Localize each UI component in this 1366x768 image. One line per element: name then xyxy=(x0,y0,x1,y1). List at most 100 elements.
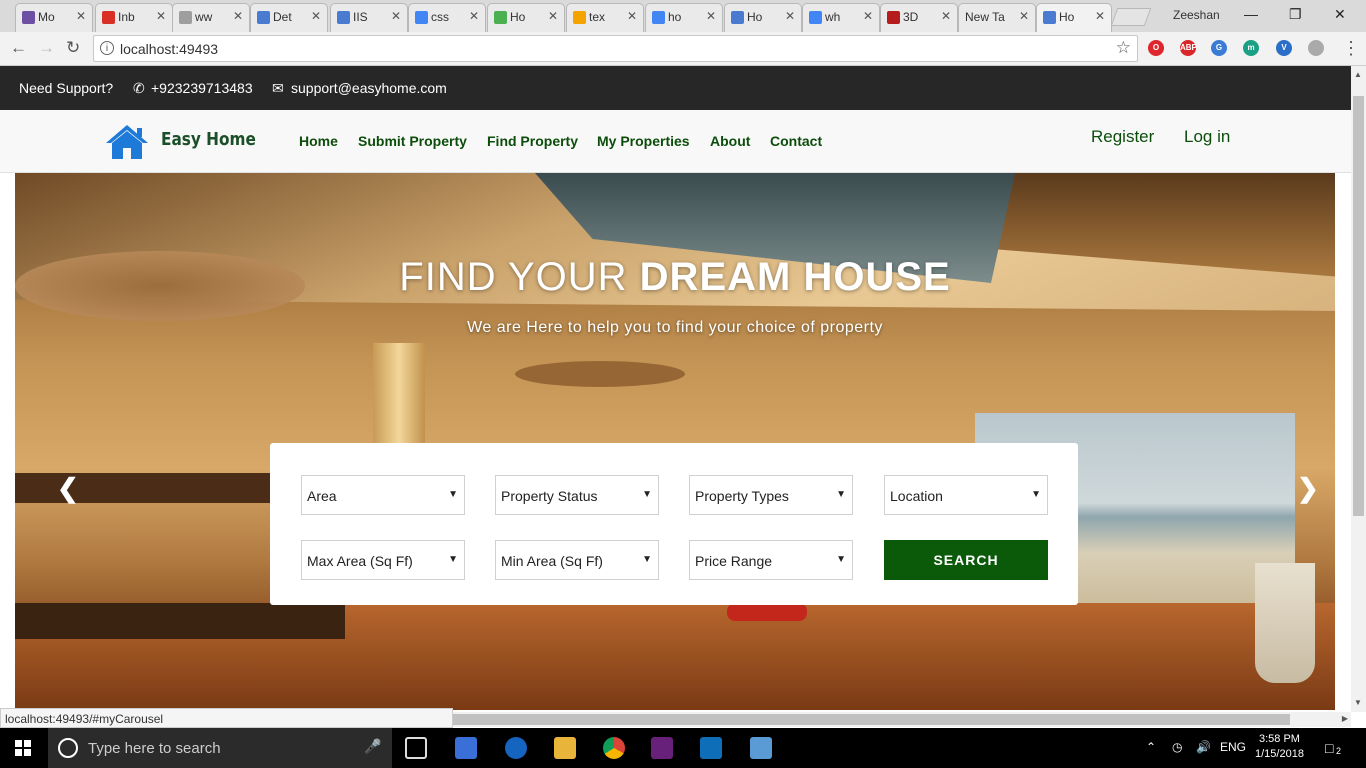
browser-tab[interactable]: IIS ✕ xyxy=(330,3,408,32)
scroll-up-icon[interactable]: ▲ xyxy=(1354,70,1362,79)
address-bar[interactable]: i localhost:49493 ☆ xyxy=(93,35,1138,62)
app-icon[interactable] xyxy=(700,737,722,759)
nav-contact[interactable]: Contact xyxy=(770,133,822,149)
reload-icon[interactable]: ↻ xyxy=(66,38,80,58)
store-icon[interactable] xyxy=(455,737,477,759)
file-explorer-icon[interactable] xyxy=(554,737,576,759)
site-info-icon[interactable]: i xyxy=(100,41,114,55)
chevron-left-icon[interactable]: ❮ xyxy=(57,473,79,504)
address-url[interactable]: localhost:49493 xyxy=(120,41,218,57)
location-select[interactable]: Location ▼ xyxy=(884,475,1048,515)
home-logo-icon[interactable] xyxy=(104,123,150,166)
notifications-icon[interactable]: □ xyxy=(1325,740,1333,756)
browser-tab[interactable]: Det ✕ xyxy=(250,3,328,32)
browser-tab[interactable]: New Ta ✕ xyxy=(958,3,1036,32)
photos-icon[interactable] xyxy=(750,737,772,759)
min-area-select[interactable]: Min Area (Sq Ff) ▼ xyxy=(495,540,659,580)
volume-icon[interactable]: 🔊 xyxy=(1196,740,1211,754)
close-tab-icon[interactable]: ✕ xyxy=(706,9,716,23)
close-tab-icon[interactable]: ✕ xyxy=(1019,9,1029,23)
browser-tab[interactable]: Inb ✕ xyxy=(95,3,173,32)
nav-my-properties[interactable]: My Properties xyxy=(597,133,690,149)
browser-tab[interactable]: Ho ✕ xyxy=(724,3,802,32)
bookmark-star-icon[interactable]: ☆ xyxy=(1116,38,1131,58)
nav-home[interactable]: Home xyxy=(299,133,338,149)
scroll-down-icon[interactable]: ▼ xyxy=(1354,698,1362,707)
clock[interactable]: 3:58 PM 1/15/2018 xyxy=(1255,732,1304,762)
nav-find-property[interactable]: Find Property xyxy=(487,133,578,149)
tab-favicon-icon xyxy=(337,11,350,24)
close-tab-icon[interactable]: ✕ xyxy=(311,9,321,23)
browser-tab-label: ho xyxy=(668,10,682,24)
close-tab-icon[interactable]: ✕ xyxy=(391,9,401,23)
chrome-icon[interactable] xyxy=(603,737,625,759)
area-select[interactable]: Area ▼ xyxy=(301,475,465,515)
close-window-icon[interactable]: ✕ xyxy=(1334,6,1346,23)
close-tab-icon[interactable]: ✕ xyxy=(156,9,166,23)
browser-tab[interactable]: Mo ✕ xyxy=(15,3,93,32)
brand-name[interactable]: Easy Home xyxy=(161,129,256,150)
close-tab-icon[interactable]: ✕ xyxy=(233,9,243,23)
search-button[interactable]: SEARCH xyxy=(884,540,1048,580)
nav-about[interactable]: About xyxy=(710,133,750,149)
extension-icon[interactable]: G xyxy=(1211,40,1227,56)
tab-favicon-icon xyxy=(731,11,744,24)
back-icon[interactable]: ← xyxy=(10,38,27,58)
vertical-scrollbar[interactable]: ▲ ▼ xyxy=(1351,66,1366,712)
horizontal-scroll-thumb[interactable] xyxy=(440,714,1290,725)
chevron-right-icon[interactable]: ❯ xyxy=(1297,473,1319,504)
adblock-icon[interactable]: ABP xyxy=(1180,40,1197,56)
browser-tab[interactable]: css ✕ xyxy=(408,3,486,32)
close-tab-icon[interactable]: ✕ xyxy=(863,9,873,23)
close-tab-icon[interactable]: ✕ xyxy=(627,9,637,23)
browser-tab[interactable]: Ho ✕ xyxy=(487,3,565,32)
browser-tab[interactable]: Ho ✕ xyxy=(1036,3,1112,32)
m-extension-icon[interactable]: m xyxy=(1243,40,1259,56)
browser-tab[interactable]: 3D ✕ xyxy=(880,3,958,32)
language-indicator[interactable]: ENG xyxy=(1220,740,1246,754)
shield-extension-icon[interactable]: V xyxy=(1276,40,1292,56)
taskbar-search-placeholder[interactable]: Type here to search xyxy=(88,740,221,757)
close-tab-icon[interactable]: ✕ xyxy=(76,9,86,23)
property-status-select[interactable]: Property Status ▼ xyxy=(495,475,659,515)
microphone-icon[interactable]: 🎤 xyxy=(364,738,381,755)
register-link[interactable]: Register xyxy=(1091,127,1154,147)
max-area-select[interactable]: Max Area (Sq Ff) ▼ xyxy=(301,540,465,580)
hero-background-shelf xyxy=(15,473,285,503)
browser-tab[interactable]: tex ✕ xyxy=(566,3,644,32)
hero-background-ceiling-ring xyxy=(515,361,685,387)
task-view-icon[interactable] xyxy=(405,737,427,759)
browser-tab[interactable]: ww ✕ xyxy=(172,3,250,32)
windows-taskbar: Type here to search 🎤 ⌃ ◷ 🔊 ENG 3:58 PM … xyxy=(0,728,1366,768)
close-tab-icon[interactable]: ✕ xyxy=(785,9,795,23)
clock-time: 3:58 PM xyxy=(1258,733,1300,745)
browser-tab[interactable]: ho ✕ xyxy=(645,3,723,32)
windows-start-icon[interactable] xyxy=(15,740,31,756)
vertical-scroll-thumb[interactable] xyxy=(1353,96,1364,516)
scroll-right-icon[interactable]: ▶ xyxy=(1342,714,1348,723)
close-tab-icon[interactable]: ✕ xyxy=(469,9,479,23)
nav-submit-property[interactable]: Submit Property xyxy=(358,133,467,149)
close-tab-icon[interactable]: ✕ xyxy=(941,9,951,23)
browser-tab[interactable]: wh ✕ xyxy=(802,3,880,32)
login-link[interactable]: Log in xyxy=(1184,127,1230,147)
property-types-select[interactable]: Property Types ▼ xyxy=(689,475,853,515)
profile-name[interactable]: Zeeshan xyxy=(1173,8,1220,22)
price-range-select[interactable]: Price Range ▼ xyxy=(689,540,853,580)
wifi-icon[interactable]: ◷ xyxy=(1172,740,1182,754)
minimize-icon[interactable]: — xyxy=(1244,6,1258,22)
cast-icon[interactable] xyxy=(1308,40,1324,56)
close-tab-icon[interactable]: ✕ xyxy=(548,9,558,23)
browser-menu-icon[interactable]: ⋮ xyxy=(1342,38,1360,59)
chevron-up-icon[interactable]: ⌃ xyxy=(1146,740,1156,754)
close-tab-icon[interactable]: ✕ xyxy=(1095,9,1105,23)
opera-icon[interactable]: O xyxy=(1148,40,1164,56)
forward-icon[interactable]: → xyxy=(38,38,55,58)
visual-studio-icon[interactable] xyxy=(651,737,673,759)
maximize-icon[interactable]: ❐ xyxy=(1289,6,1302,23)
edge-icon[interactable] xyxy=(505,737,527,759)
new-tab-button[interactable] xyxy=(1110,8,1152,26)
support-phone[interactable]: +923239713483 xyxy=(151,80,253,96)
taskbar-search-box[interactable]: Type here to search 🎤 xyxy=(48,728,392,768)
support-email[interactable]: support@easyhome.com xyxy=(291,80,447,96)
